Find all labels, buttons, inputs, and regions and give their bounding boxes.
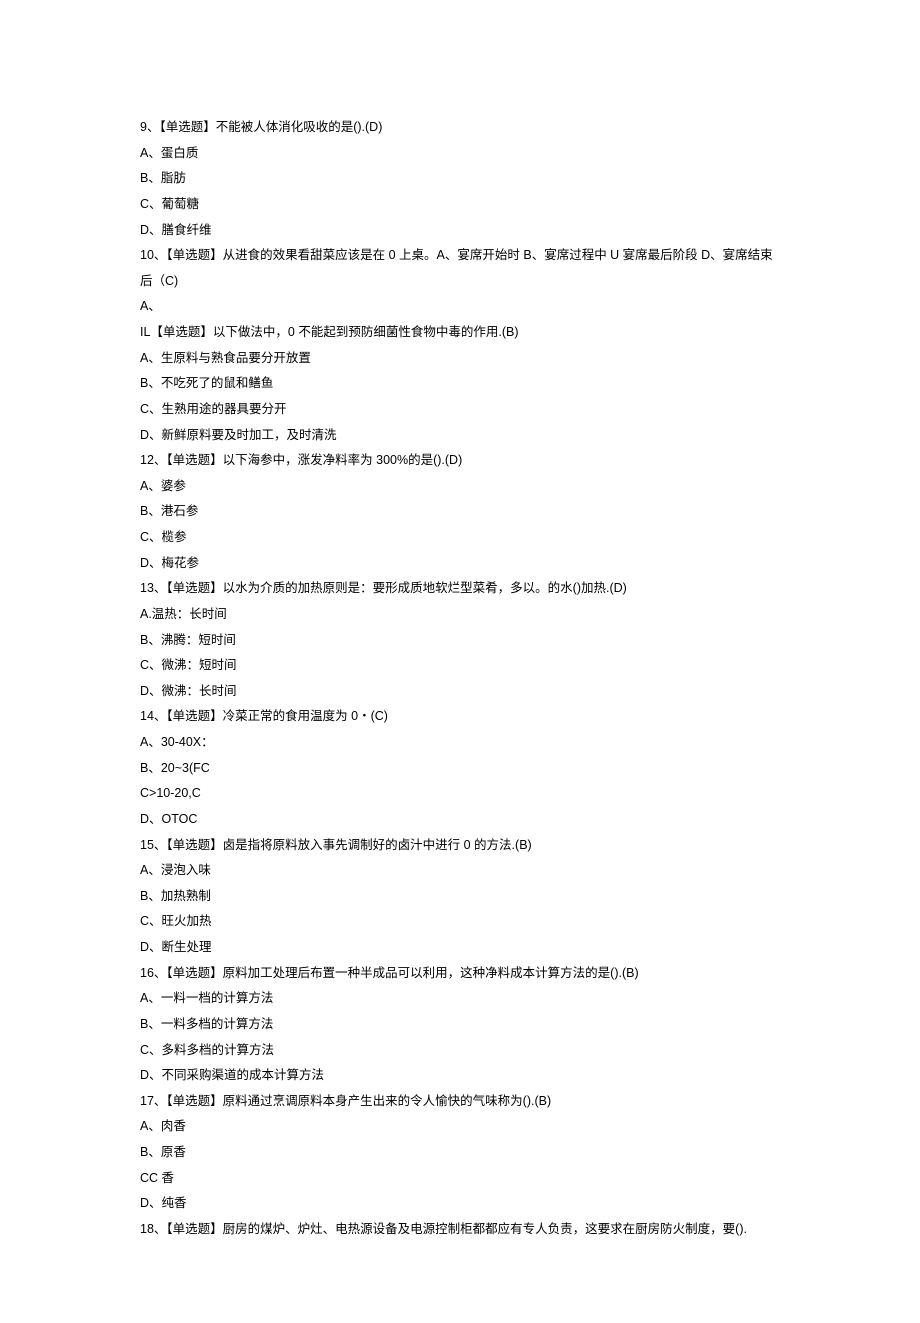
text-line: D、纯香 — [140, 1191, 780, 1217]
text-line: D、断生处理 — [140, 935, 780, 961]
text-line: B、加热熟制 — [140, 884, 780, 910]
text-line: A、蛋白质 — [140, 141, 780, 167]
text-line: B、脂肪 — [140, 166, 780, 192]
text-line: A、一料一档的计算方法 — [140, 986, 780, 1012]
document-page: 9、【单选题】不能被人体消化吸收的是().(D) A、蛋白质 B、脂肪 C、葡萄… — [0, 0, 920, 1323]
text-line: 15、【单选题】卤是指将原料放入事先调制好的卤汁中进行 0 的方法.(B) — [140, 833, 780, 859]
text-line: B、港石参 — [140, 499, 780, 525]
text-line: IL【单选题】以下做法中，0 不能起到预防细菌性食物中毒的作用.(B) — [140, 320, 780, 346]
text-line: D、新鲜原料要及时加工，及时清洗 — [140, 423, 780, 449]
text-line: B、原香 — [140, 1140, 780, 1166]
text-line: 18、【单选题】厨房的煤炉、炉灶、电热源设备及电源控制柜都都应有专人负责，这要求… — [140, 1217, 780, 1243]
text-line: 17、【单选题】原料通过烹调原料本身产生出来的令人愉快的气味称为().(B) — [140, 1089, 780, 1115]
text-line: 12、【单选题】以下海参中，涨发净料率为 300%的是().(D) — [140, 448, 780, 474]
text-line: 14、【单选题】冷菜正常的食用温度为 0・(C) — [140, 704, 780, 730]
text-line: D、微沸：长时间 — [140, 679, 780, 705]
text-line: D、OTOC — [140, 807, 780, 833]
text-line: C、旺火加热 — [140, 909, 780, 935]
text-line: A、肉香 — [140, 1114, 780, 1140]
text-line: C、榄参 — [140, 525, 780, 551]
text-line: B、20~3(FC — [140, 756, 780, 782]
text-line: B、不吃死了的鼠和鳝鱼 — [140, 371, 780, 397]
text-line: A.温热：长时间 — [140, 602, 780, 628]
text-line: 10、【单选题】从进食的效果看甜菜应该是在 0 上桌。A、宴席开始时 B、宴席过… — [140, 243, 780, 294]
text-line: A、 — [140, 294, 780, 320]
text-line: C>10-20,C — [140, 781, 780, 807]
text-line: 16、【单选题】原料加工处理后布置一种半成品可以利用，这种净料成本计算方法的是(… — [140, 961, 780, 987]
text-line: A、浸泡入味 — [140, 858, 780, 884]
text-line: B、一料多档的计算方法 — [140, 1012, 780, 1038]
text-line: A、婆参 — [140, 474, 780, 500]
text-line: D、不同采购渠道的成本计算方法 — [140, 1063, 780, 1089]
text-line: C、生熟用途的器具要分开 — [140, 397, 780, 423]
text-line: C、葡萄糖 — [140, 192, 780, 218]
text-line: C、微沸：短时间 — [140, 653, 780, 679]
text-line: A、生原料与熟食品要分开放置 — [140, 346, 780, 372]
text-line: D、梅花参 — [140, 551, 780, 577]
text-line: A、30-40X： — [140, 730, 780, 756]
text-line: 13、【单选题】以水为介质的加热原则是：要形成质地软烂型菜肴，多以。的水()加热… — [140, 576, 780, 602]
text-line: D、膳食纤维 — [140, 218, 780, 244]
text-line: CC 香 — [140, 1166, 780, 1192]
text-line: 9、【单选题】不能被人体消化吸收的是().(D) — [140, 115, 780, 141]
text-line: C、多料多档的计算方法 — [140, 1038, 780, 1064]
text-line: B、沸腾：短时间 — [140, 628, 780, 654]
